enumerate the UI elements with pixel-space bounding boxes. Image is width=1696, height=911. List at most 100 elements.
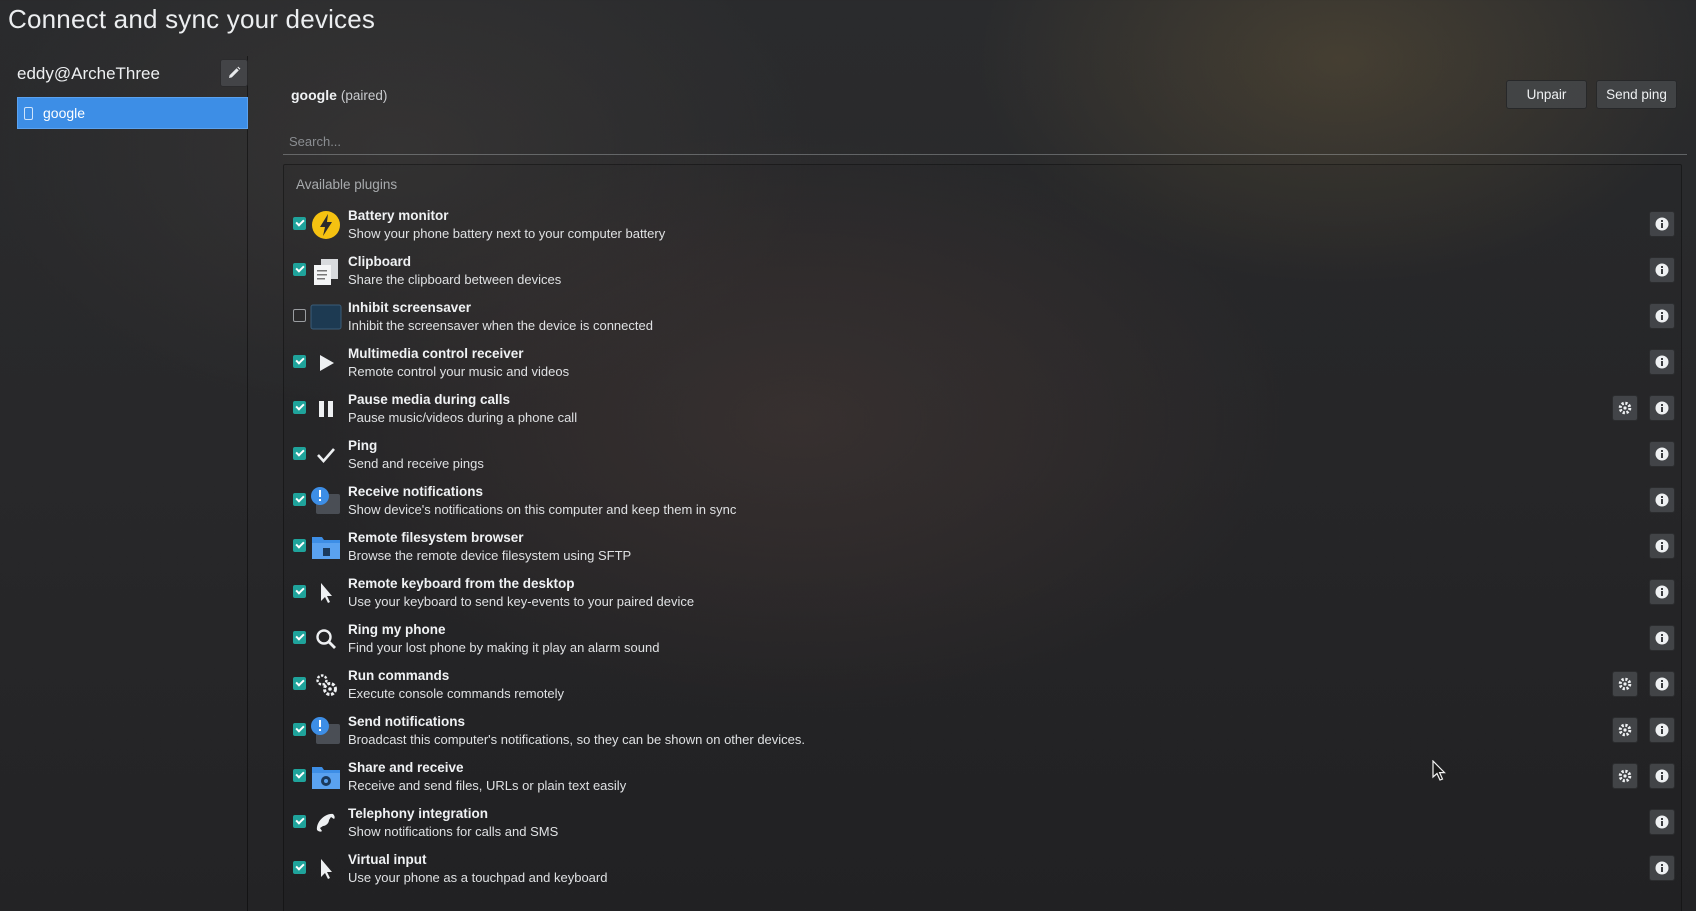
plugin-checkbox[interactable]	[293, 723, 306, 736]
play-icon	[310, 347, 342, 379]
plugin-title: Ping	[348, 438, 378, 453]
pointer-icon	[310, 853, 342, 885]
plugin-description: Pause music/videos during a phone call	[348, 410, 578, 425]
plugin-row-multimedia-control-receiver: Multimedia control receiver Remote contro…	[284, 341, 1681, 387]
plugin-title: Pause media during calls	[348, 392, 511, 407]
pointer-icon	[310, 577, 342, 609]
device-header: google (paired)	[291, 87, 387, 103]
plugin-description: Broadcast this computer's notifications,…	[348, 732, 806, 747]
plugin-row-ring-my-phone: Ring my phone Find your lost phone by mak…	[284, 617, 1681, 663]
plugin-checkbox[interactable]	[293, 815, 306, 828]
plugin-description: Find your lost phone by making it play a…	[348, 640, 660, 655]
info-icon	[1655, 401, 1669, 415]
plugin-title: Multimedia control receiver	[348, 346, 524, 361]
about-plugin-button[interactable]	[1649, 533, 1675, 559]
gear-icon	[1618, 723, 1632, 737]
gear-icon	[1618, 401, 1632, 415]
magnifier-icon	[310, 623, 342, 655]
about-plugin-button[interactable]	[1649, 855, 1675, 881]
plugin-row-share-and-receive: Share and receive Receive and send files,…	[284, 755, 1681, 801]
device-sidebar: eddy@ArcheThree google	[17, 56, 248, 911]
plugin-checkbox[interactable]	[293, 493, 306, 506]
plugin-title: Ring my phone	[348, 622, 446, 637]
device-status: (paired)	[340, 88, 388, 103]
plugin-checkbox[interactable]	[293, 309, 306, 322]
about-plugin-button[interactable]	[1649, 579, 1675, 605]
about-plugin-button[interactable]	[1649, 487, 1675, 513]
about-plugin-button[interactable]	[1649, 349, 1675, 375]
plugin-description: Show your phone battery next to your com…	[348, 226, 666, 241]
configure-button[interactable]	[1612, 671, 1638, 697]
clipboard-icon	[310, 255, 342, 287]
plugin-checkbox[interactable]	[293, 217, 306, 230]
gear-icon	[1618, 769, 1632, 783]
plugin-checkbox[interactable]	[293, 677, 306, 690]
rename-button[interactable]	[220, 59, 248, 87]
plugin-description: Inhibit the screensaver when the device …	[348, 318, 653, 333]
info-icon	[1655, 631, 1669, 645]
about-plugin-button[interactable]	[1649, 671, 1675, 697]
plugin-checkbox[interactable]	[293, 447, 306, 460]
notification-icon	[310, 485, 342, 517]
plugin-checkbox[interactable]	[293, 401, 306, 414]
info-icon	[1655, 677, 1669, 691]
host-row: eddy@ArcheThree	[17, 56, 248, 92]
plugin-title: Virtual input	[348, 852, 427, 867]
plugin-row-clipboard: Clipboard Share the clipboard between dev…	[284, 249, 1681, 295]
info-icon	[1655, 723, 1669, 737]
info-icon	[1655, 493, 1669, 507]
plugin-row-run-commands: Run commands Execute console commands rem…	[284, 663, 1681, 709]
configure-button[interactable]	[1612, 763, 1638, 789]
plugin-row-telephony-integration: Telephony integration Show notifications …	[284, 801, 1681, 847]
plugin-row-inhibit-screensaver: Inhibit screensaver Inhibit the screensav…	[284, 295, 1681, 341]
plugin-row-battery-monitor: Battery monitor Show your phone battery n…	[284, 203, 1681, 249]
about-plugin-button[interactable]	[1649, 303, 1675, 329]
plugin-checkbox[interactable]	[293, 585, 306, 598]
host-name: eddy@ArcheThree	[17, 64, 160, 83]
about-plugin-button[interactable]	[1649, 809, 1675, 835]
plugin-title: Send notifications	[348, 714, 466, 729]
sidebar-item-google[interactable]: google	[17, 97, 248, 129]
plugin-checkbox[interactable]	[293, 539, 306, 552]
plugin-row-send-notifications: Send notifications Broadcast this compute…	[284, 709, 1681, 755]
plugin-description: Show device's notifications on this comp…	[348, 502, 737, 517]
plugin-title: Clipboard	[348, 254, 411, 269]
search-input[interactable]	[283, 129, 1687, 155]
about-plugin-button[interactable]	[1649, 257, 1675, 283]
plugin-checkbox[interactable]	[293, 861, 306, 874]
info-icon	[1655, 585, 1669, 599]
unpair-button[interactable]: Unpair	[1506, 80, 1587, 109]
plugin-checkbox[interactable]	[293, 769, 306, 782]
screensaver-icon	[310, 301, 342, 333]
about-plugin-button[interactable]	[1649, 763, 1675, 789]
sidebar-item-label: google	[43, 105, 86, 121]
about-plugin-button[interactable]	[1649, 717, 1675, 743]
about-plugin-button[interactable]	[1649, 395, 1675, 421]
info-icon	[1655, 769, 1669, 783]
plugin-checkbox[interactable]	[293, 355, 306, 368]
gears-icon	[310, 669, 342, 701]
about-plugin-button[interactable]	[1649, 441, 1675, 467]
checkmark-icon	[310, 439, 342, 471]
configure-button[interactable]	[1612, 717, 1638, 743]
plugin-title: Telephony integration	[348, 806, 489, 821]
plugin-row-virtual-input: Virtual input Use your phone as a touchpa…	[284, 847, 1681, 893]
info-icon	[1655, 355, 1669, 369]
gear-icon	[1618, 677, 1632, 691]
pause-icon	[310, 393, 342, 425]
plugin-row-receive-notifications: Receive notifications Show device's notif…	[284, 479, 1681, 525]
about-plugin-button[interactable]	[1649, 625, 1675, 651]
plugin-title: Remote filesystem browser	[348, 530, 524, 545]
plugin-title: Remote keyboard from the desktop	[348, 576, 575, 591]
send-ping-button[interactable]: Send ping	[1596, 80, 1677, 109]
plugin-description: Send and receive pings	[348, 456, 484, 471]
plugin-title: Receive notifications	[348, 484, 484, 499]
about-plugin-button[interactable]	[1649, 211, 1675, 237]
info-icon	[1655, 447, 1669, 461]
battery-icon	[310, 209, 342, 241]
plugin-row-ping: Ping Send and receive pings	[284, 433, 1681, 479]
plugin-checkbox[interactable]	[293, 631, 306, 644]
configure-button[interactable]	[1612, 395, 1638, 421]
plugin-checkbox[interactable]	[293, 263, 306, 276]
plugin-description: Use your keyboard to send key-events to …	[348, 594, 695, 609]
